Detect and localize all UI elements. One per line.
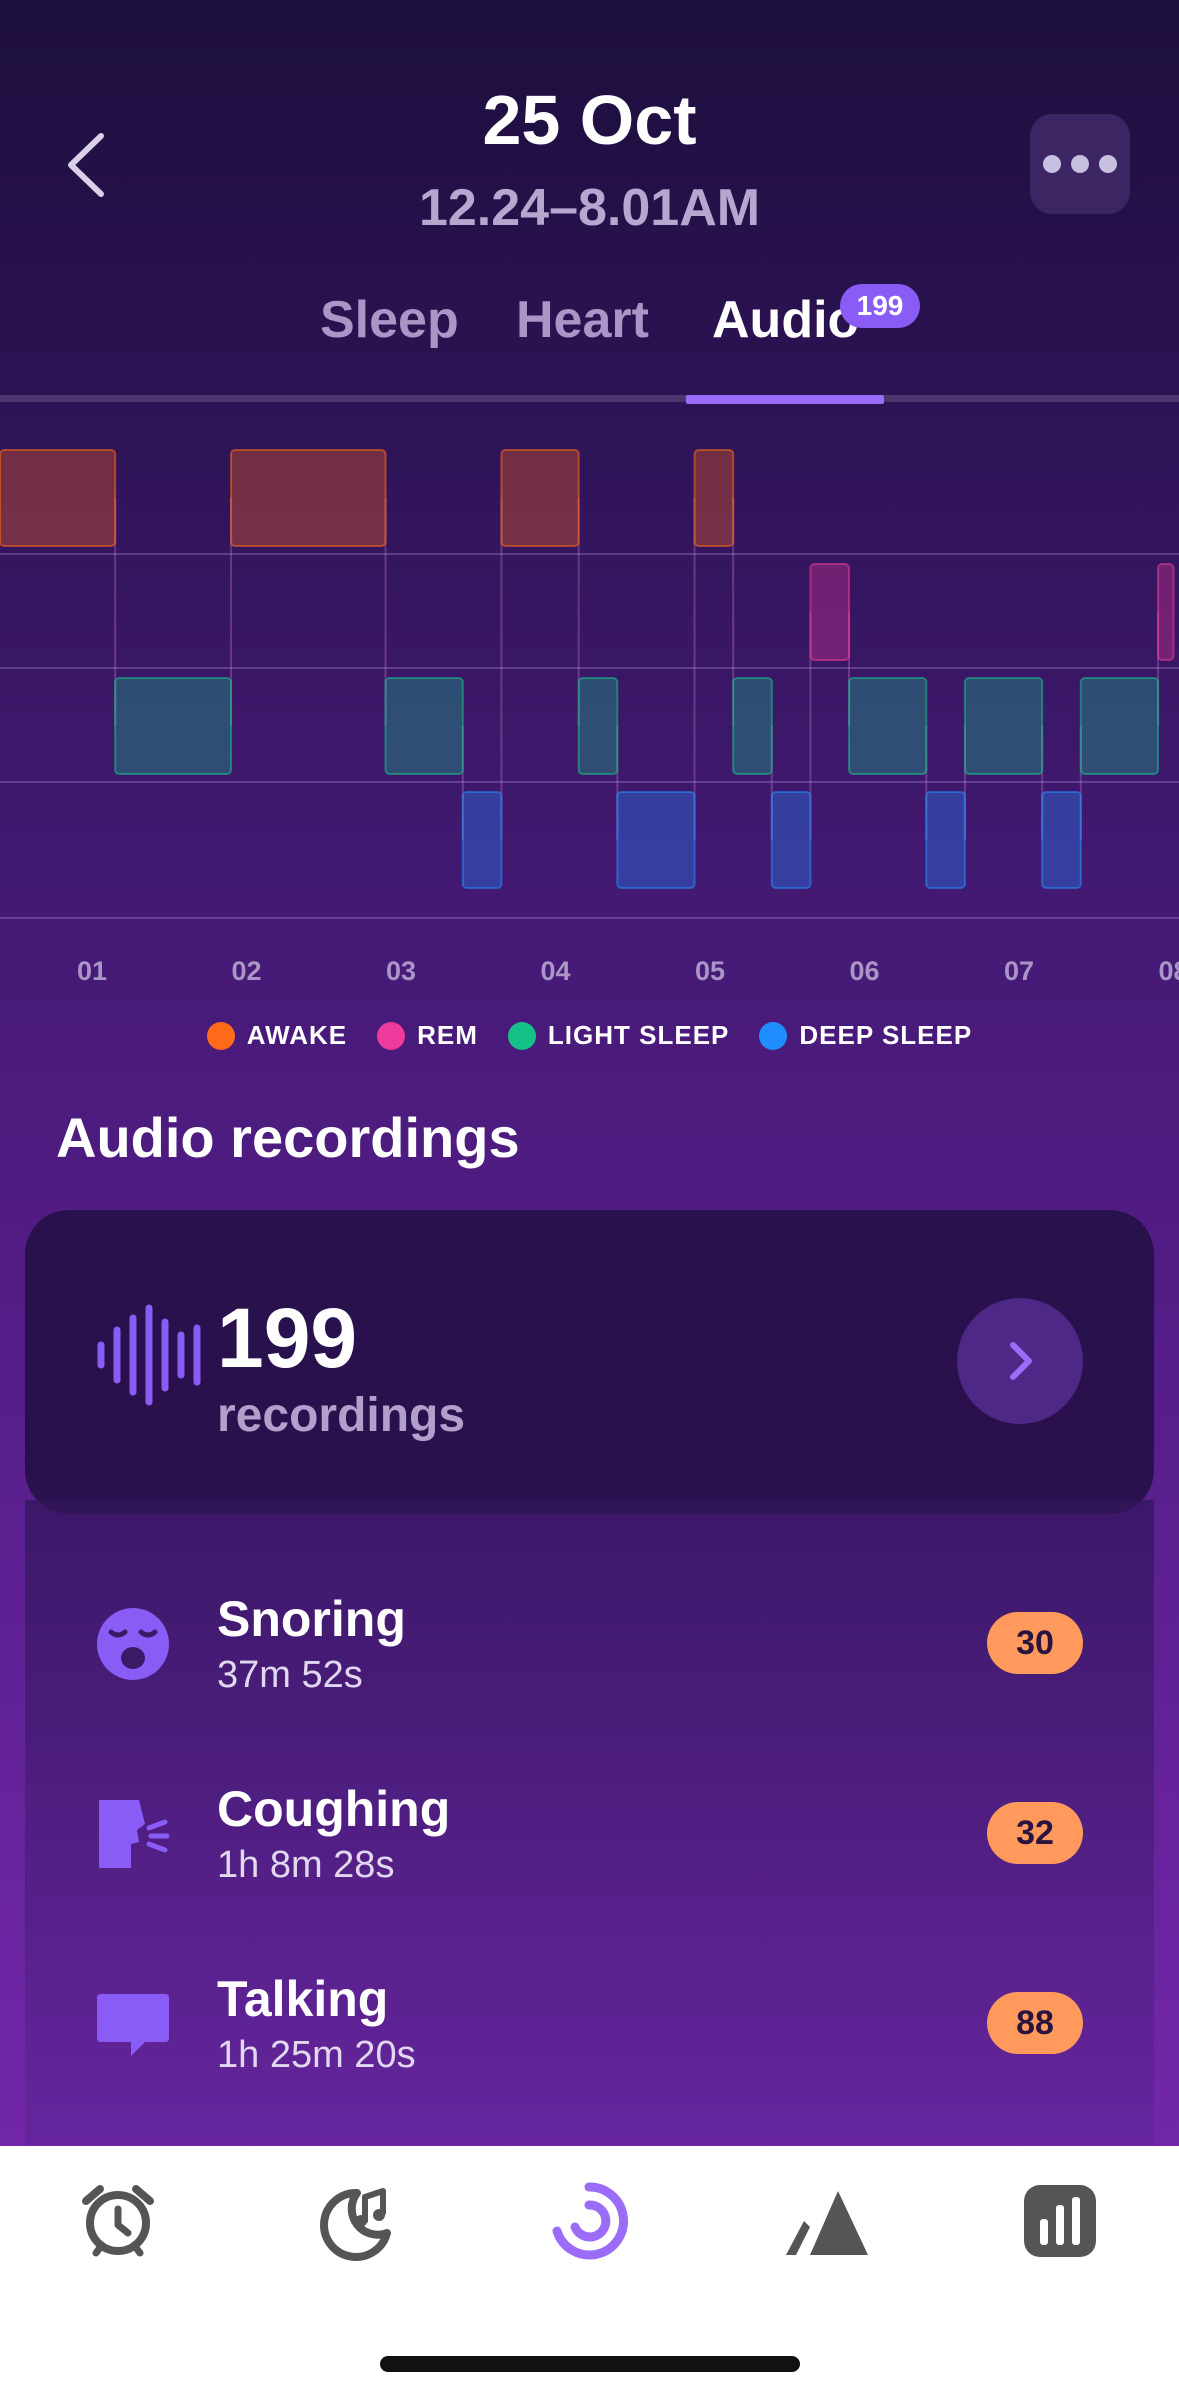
sound-name: Coughing: [217, 1781, 451, 1837]
trends-icon: [786, 2191, 868, 2255]
statistics-icon: [1024, 2185, 1096, 2257]
nav-alarm[interactable]: [73, 2176, 163, 2266]
stage-bar-deep-sleep: [616, 791, 696, 889]
x-tick-label: 06: [849, 956, 879, 986]
list-item-coughing[interactable]: Coughing 1h 8m 28s 32: [25, 1754, 1154, 1904]
tab-heart[interactable]: Heart: [516, 290, 649, 350]
audio-wave-icon: [97, 1304, 201, 1406]
stage-bar-light-sleep: [963, 677, 1044, 775]
nav-trends[interactable]: [780, 2176, 870, 2266]
x-tick-label: 03: [386, 956, 416, 986]
stage-bar-light-sleep: [1079, 677, 1160, 775]
speech-bubble-icon: [97, 1994, 169, 2056]
tab-bar: Sleep Heart Audio: [0, 290, 1179, 400]
more-options-button[interactable]: [1030, 114, 1130, 214]
stage-bar-light-sleep: [732, 677, 773, 775]
sound-count-badge: 88: [987, 1992, 1083, 2054]
recordings-label: recordings: [217, 1389, 466, 1442]
sound-duration: 1h 8m 28s: [217, 1844, 395, 1886]
coughing-head-icon: [99, 1800, 170, 1868]
tab-track: [0, 395, 1179, 402]
stage-bar-rem: [1157, 563, 1175, 661]
x-tick-label: 04: [540, 956, 570, 986]
x-tick-label: 01: [77, 956, 107, 986]
stage-bar-light-sleep: [577, 677, 619, 775]
recordings-count: 199: [217, 1291, 358, 1385]
sound-name: Talking: [217, 1971, 389, 2027]
x-tick-label: 08: [1158, 956, 1179, 986]
stage-bar-light-sleep: [114, 677, 233, 775]
list-item-talking[interactable]: Talking 1h 25m 20s 88: [25, 1944, 1154, 2094]
stage-bar-deep-sleep: [770, 791, 812, 889]
x-tick-label: 02: [231, 956, 261, 986]
sleep-stage-chart: 01 02 03 04 05 06 07 08: [0, 449, 1179, 986]
section-title: Audio recordings: [56, 1106, 520, 1169]
legend-dot: [206, 1021, 235, 1050]
legend-item-rem: REM: [377, 1020, 478, 1051]
legend-item-awake: AWAKE: [206, 1020, 347, 1051]
list-item-snoring[interactable]: Snoring 37m 52s 30: [25, 1564, 1154, 1714]
stage-bar-deep-sleep: [461, 791, 503, 889]
stage-bar-deep-sleep: [925, 791, 966, 889]
sound-count-badge: 32: [987, 1802, 1083, 1864]
stage-bar-awake: [230, 449, 387, 547]
open-recordings-button[interactable]: [957, 1298, 1083, 1424]
sleep-tracker-icon: [552, 2182, 628, 2260]
chevron-right-icon: [1010, 1342, 1032, 1380]
stage-bar-awake: [500, 449, 580, 547]
nav-sleep-sounds[interactable]: [308, 2176, 398, 2266]
recordings-card[interactable]: 199 recordings: [25, 1210, 1154, 1514]
stage-bar-awake: [0, 449, 117, 547]
stage-bar-light-sleep: [848, 677, 928, 775]
nav-sleep-tracker[interactable]: [544, 2176, 634, 2266]
sound-count-badge: 30: [987, 1612, 1083, 1674]
sound-duration: 1h 25m 20s: [217, 2034, 416, 2076]
audio-count-badge: 199: [840, 284, 920, 328]
home-indicator: [380, 2356, 800, 2372]
time-range: 12.24–8.01AM: [418, 179, 761, 237]
stage-bar-rem: [809, 563, 851, 661]
sound-duration: 37m 52s: [217, 1654, 363, 1696]
tab-audio[interactable]: Audio: [712, 290, 859, 350]
sound-name: Snoring: [217, 1591, 406, 1647]
legend-dot: [759, 1021, 788, 1050]
x-tick-label: 07: [1004, 956, 1034, 986]
more-dots-icon: [1043, 155, 1061, 173]
stage-bar-deep-sleep: [1041, 791, 1082, 889]
moon-music-icon: [320, 2188, 391, 2261]
chart-legend: AWAKE REM LIGHT SLEEP DEEP SLEEP: [0, 1020, 1179, 1051]
legend-dot: [507, 1021, 536, 1050]
legend-dot: [377, 1021, 406, 1050]
nav-statistics[interactable]: [1015, 2176, 1105, 2266]
page-title: 25 Oct: [482, 81, 697, 159]
alarm-clock-icon: [82, 2185, 154, 2257]
sound-category-list: Snoring 37m 52s 30 Coughing 1h 8m 28s 32…: [25, 1500, 1154, 2145]
legend-item-deep-sleep: DEEP SLEEP: [759, 1020, 972, 1051]
snoring-face-icon: [97, 1608, 169, 1680]
legend-item-light-sleep: LIGHT SLEEP: [507, 1020, 729, 1051]
stage-bar-awake: [693, 449, 735, 547]
tab-sleep[interactable]: Sleep: [320, 290, 459, 350]
x-tick-label: 05: [695, 956, 725, 986]
stage-bar-light-sleep: [384, 677, 464, 775]
